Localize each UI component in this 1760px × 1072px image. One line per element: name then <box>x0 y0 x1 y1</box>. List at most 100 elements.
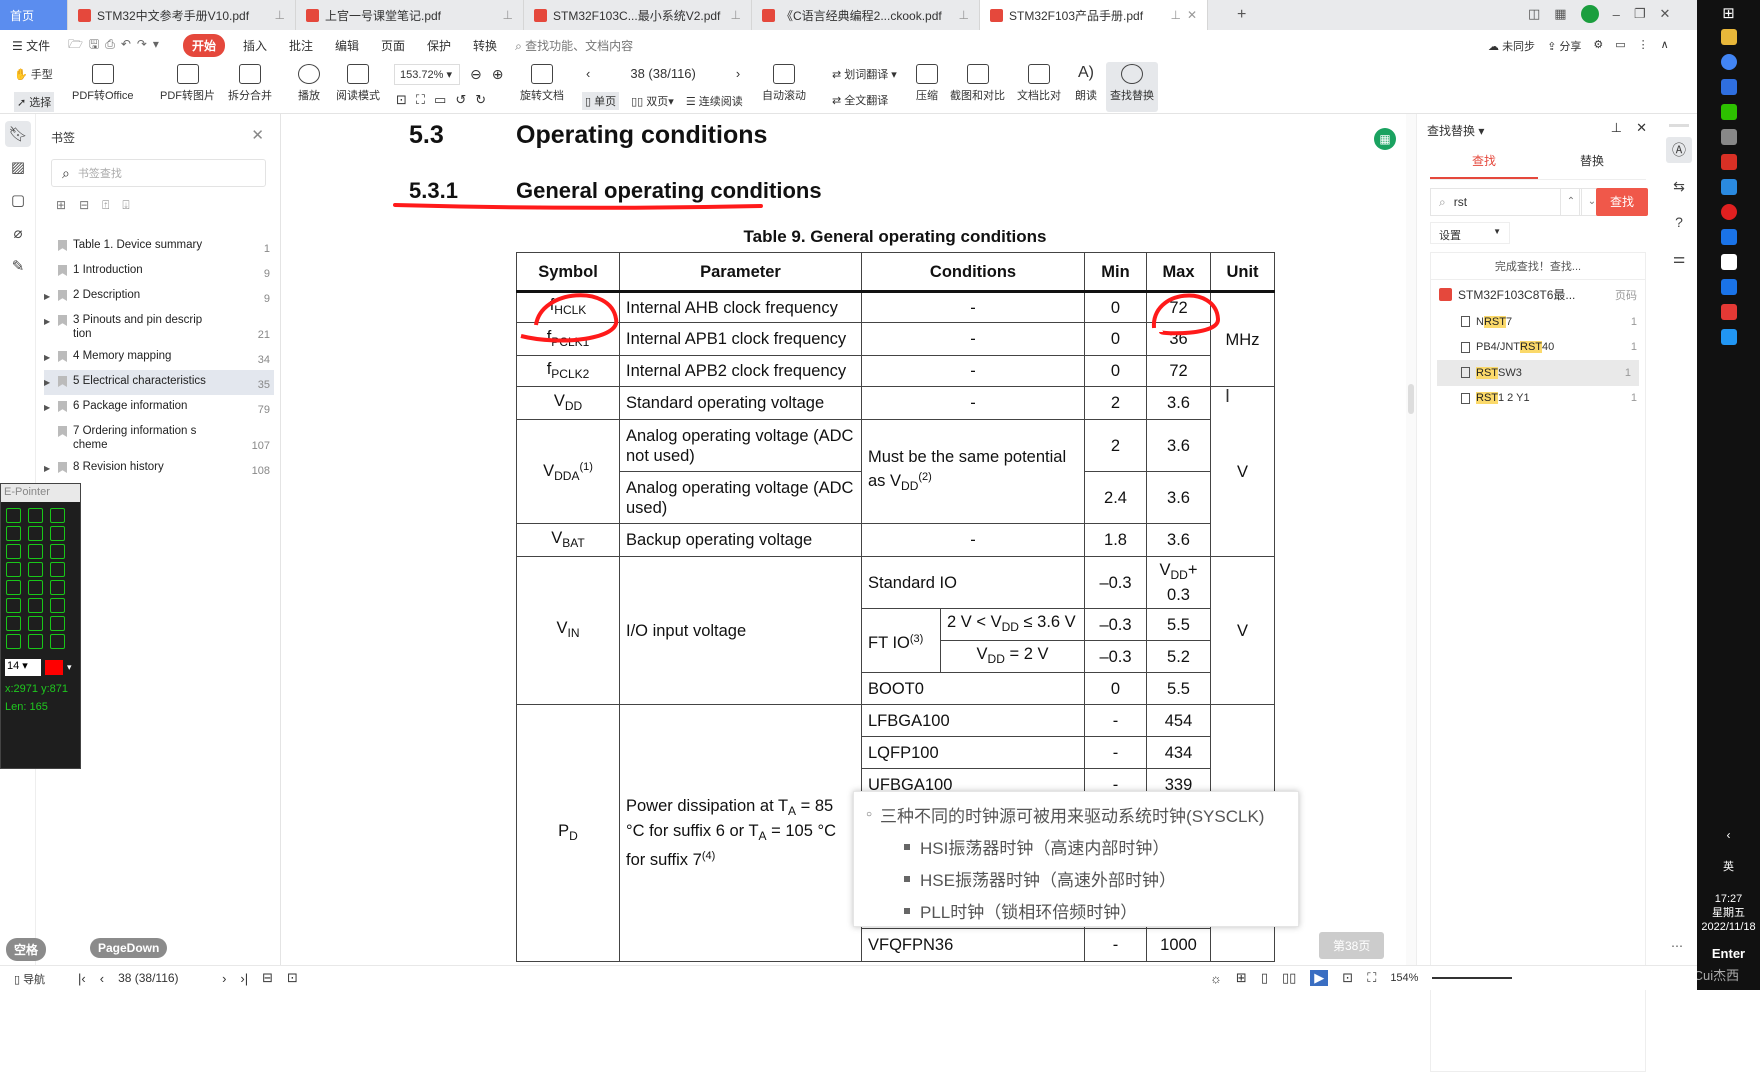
screenshot-compare-button[interactable]: 截图和对比 <box>950 64 1005 103</box>
pen-color-swatch[interactable] <box>45 660 63 675</box>
pin-icon[interactable]: ⊥ <box>731 8 741 22</box>
fit-icon[interactable]: ⊟ <box>262 970 273 986</box>
pdf-to-image-button[interactable]: PDF转图片 <box>160 64 215 103</box>
eraser-icon[interactable] <box>50 544 65 559</box>
restore-button[interactable]: ❐ <box>1634 6 1646 22</box>
ellipse-icon[interactable] <box>28 580 43 595</box>
find-button[interactable]: 查找 <box>1596 188 1648 216</box>
bookmark-item[interactable]: ▶ 4 Memory mapping 34 <box>44 345 274 370</box>
read-aloud-button[interactable]: A) 朗读 <box>1075 64 1097 103</box>
find-result-item[interactable]: PB4/JNTRST40 1 <box>1431 335 1645 361</box>
layout-icon[interactable] <box>28 616 43 631</box>
wps-icon[interactable] <box>1720 154 1737 170</box>
doc-compare-button[interactable]: 文档比对 <box>1017 64 1061 103</box>
save-icon[interactable] <box>28 508 43 523</box>
app-blue-icon[interactable] <box>1720 179 1737 195</box>
attachment-icon[interactable]: ⌀ <box>5 220 31 246</box>
zoom-out-icon[interactable]: ⊖ <box>470 66 482 83</box>
recorder-icon[interactable] <box>1720 204 1737 220</box>
pointer-icon[interactable] <box>28 634 43 649</box>
close-icon[interactable]: ✕ <box>1636 120 1647 136</box>
bookmark-item[interactable]: 1 Introduction 9 <box>44 259 274 284</box>
close-tab-icon[interactable]: ✕ <box>1187 8 1197 22</box>
signature-icon[interactable]: ✎ <box>5 253 31 279</box>
find-settings-select[interactable]: 设置 ▼ <box>1430 222 1510 244</box>
fit-page-icon[interactable]: ⛶ <box>416 92 425 108</box>
select-tool[interactable]: ➚ 选择 <box>14 92 55 112</box>
menu-item[interactable]: 转换 <box>473 37 497 54</box>
find-input[interactable]: ⌕ rst <box>1430 188 1580 216</box>
find-previous-button[interactable]: ⌃ <box>1560 188 1582 216</box>
line2-icon[interactable] <box>28 562 43 577</box>
scroll-thumb[interactable] <box>1408 384 1414 414</box>
hand-tool[interactable]: ✋ 手型 <box>14 66 53 82</box>
layout-icon[interactable]: ◫ <box>1528 6 1540 22</box>
status-zoom[interactable]: 154% <box>1390 972 1418 984</box>
expand-arrow-icon[interactable]: ▶ <box>44 313 56 341</box>
open-icon[interactable] <box>6 508 21 523</box>
full-translate-button[interactable]: ⇄ 全文翻译 <box>832 92 888 108</box>
chevron-down-icon[interactable]: ▾ <box>67 662 72 673</box>
find-result-item[interactable]: NRST7 1 <box>1431 309 1645 335</box>
read-mode-button[interactable]: 阅读模式 <box>336 64 380 103</box>
file-menu[interactable]: ☰ 文件 <box>12 37 50 54</box>
marker-icon[interactable] <box>28 544 43 559</box>
bookmark-item[interactable]: ▶ 6 Package information 79 <box>44 395 274 420</box>
rect-icon[interactable] <box>6 580 21 595</box>
expand-arrow-icon[interactable]: ▶ <box>44 349 56 366</box>
todo-icon[interactable] <box>1720 79 1737 95</box>
status-page-input[interactable]: 38 (38/116) <box>118 971 208 985</box>
find-result-item[interactable]: RST1 2 Y1 1 <box>1431 386 1645 412</box>
settings-icon[interactable]: ⚙ <box>1593 38 1603 54</box>
pin-icon[interactable]: ⊥ <box>503 8 513 22</box>
expand-arrow-icon[interactable]: ▶ <box>44 399 56 416</box>
fit-page-icon[interactable]: ⊡ <box>1342 970 1353 986</box>
menu-item[interactable]: 插入 <box>243 37 267 54</box>
exit-icon[interactable] <box>6 634 21 649</box>
help-icon[interactable] <box>50 634 65 649</box>
zoom-icon[interactable] <box>50 616 65 631</box>
pin-icon[interactable]: ⊥ <box>959 8 969 22</box>
file-explorer-icon[interactable] <box>1720 29 1737 45</box>
pen-size-select[interactable]: 14 ▾ <box>5 659 41 676</box>
double-page-button[interactable]: ▯▯ 双页▾ <box>631 93 674 109</box>
app-red-icon[interactable] <box>1720 304 1737 320</box>
pen-icon[interactable] <box>6 544 21 559</box>
split-merge-button[interactable]: 拆分合并 <box>228 64 272 103</box>
menu-item[interactable]: 页面 <box>381 37 405 54</box>
next-page-icon[interactable]: › <box>222 971 226 986</box>
close-window-button[interactable]: ✕ <box>1659 6 1670 22</box>
find-result-item[interactable]: RSTSW3 1 <box>1437 360 1639 386</box>
add-bookmark-icon[interactable]: ⍐ <box>102 198 109 213</box>
capcut-icon[interactable] <box>1720 254 1737 270</box>
screen-tool-icon[interactable] <box>1720 129 1737 145</box>
zoom-in-icon[interactable]: ⊕ <box>492 66 504 83</box>
minimize-button[interactable]: – <box>1613 7 1620 22</box>
new-tab-button[interactable]: + <box>1237 6 1246 24</box>
collapse-icon[interactable]: ∧ <box>1661 38 1669 54</box>
text-icon[interactable] <box>28 598 43 613</box>
scroll-mode-icon[interactable]: ⊞ <box>1236 970 1247 986</box>
word-translate-button[interactable]: ⇄ 划词翻译 ▾ <box>832 66 897 82</box>
single-page-button[interactable]: ▯ 单页 <box>582 92 620 110</box>
share-button[interactable]: ⇪ 分享 <box>1547 38 1581 54</box>
tab-4[interactable]: 《C语言经典编程2...ckook.pdf ⊥ <box>752 0 980 30</box>
bookmark-item[interactable]: ▶ 5 Electrical characteristics 35 <box>44 370 274 395</box>
rotate-document-button[interactable]: 旋转文档 <box>520 64 564 103</box>
auto-scroll-button[interactable]: 自动滚动 <box>762 64 806 103</box>
drag-handle[interactable] <box>1669 124 1689 127</box>
pin-icon[interactable]: ⊥ <box>1170 8 1180 22</box>
bookmark-item[interactable]: 7 Ordering information s cheme 107 <box>44 420 274 456</box>
compress-button[interactable]: 压缩 <box>916 64 938 103</box>
brightness-icon[interactable]: ☼ <box>1210 971 1222 986</box>
copy-icon[interactable] <box>6 526 21 541</box>
ime-indicator[interactable]: 英 <box>1697 858 1760 874</box>
find-replace-icon[interactable]: Ⓐ <box>1666 137 1692 163</box>
first-page-icon[interactable]: |‹ <box>78 971 86 986</box>
undo-icon[interactable] <box>6 616 21 631</box>
more-icon[interactable]: ⋯ <box>1671 939 1683 953</box>
prev-page-icon[interactable]: ‹ <box>586 66 590 81</box>
double-page-icon[interactable]: ▯▯ <box>1282 970 1296 986</box>
tab-replace[interactable]: 替换 <box>1538 146 1646 179</box>
bookmark-item[interactable]: ▶ 8 Revision history 108 <box>44 456 274 481</box>
